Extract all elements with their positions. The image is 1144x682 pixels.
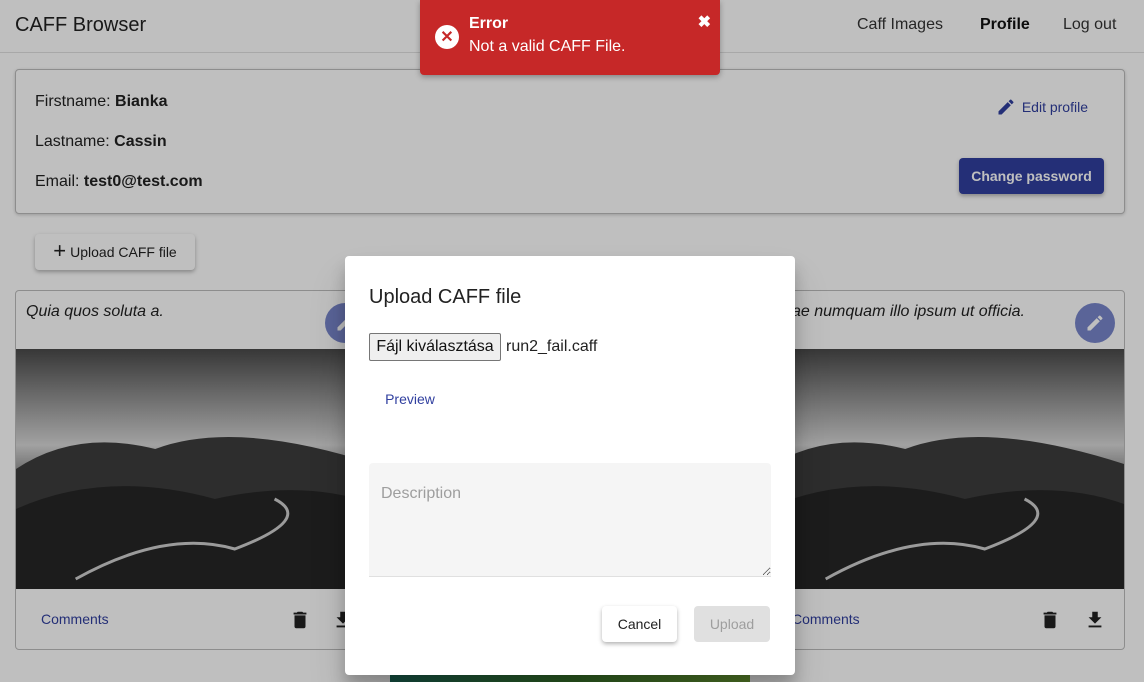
- error-circle-icon: ✕: [435, 25, 459, 49]
- error-toast: ✕ Error Not a valid CAFF File. ✖: [420, 0, 720, 75]
- cancel-button[interactable]: Cancel: [602, 606, 677, 642]
- upload-dialog: Upload CAFF file Fájl kiválasztása run2_…: [345, 256, 795, 675]
- toast-title: Error: [469, 15, 509, 32]
- dialog-title: Upload CAFF file: [369, 286, 522, 308]
- selected-file-name: run2_fail.caff: [506, 338, 598, 355]
- toast-message: Not a valid CAFF File.: [469, 38, 626, 55]
- description-input[interactable]: [369, 463, 771, 576]
- close-icon[interactable]: ✖: [698, 12, 711, 32]
- description-field: [369, 463, 771, 577]
- preview-button[interactable]: Preview: [369, 384, 451, 414]
- upload-button[interactable]: Upload: [694, 606, 770, 642]
- choose-file-button[interactable]: Fájl kiválasztása: [369, 333, 501, 361]
